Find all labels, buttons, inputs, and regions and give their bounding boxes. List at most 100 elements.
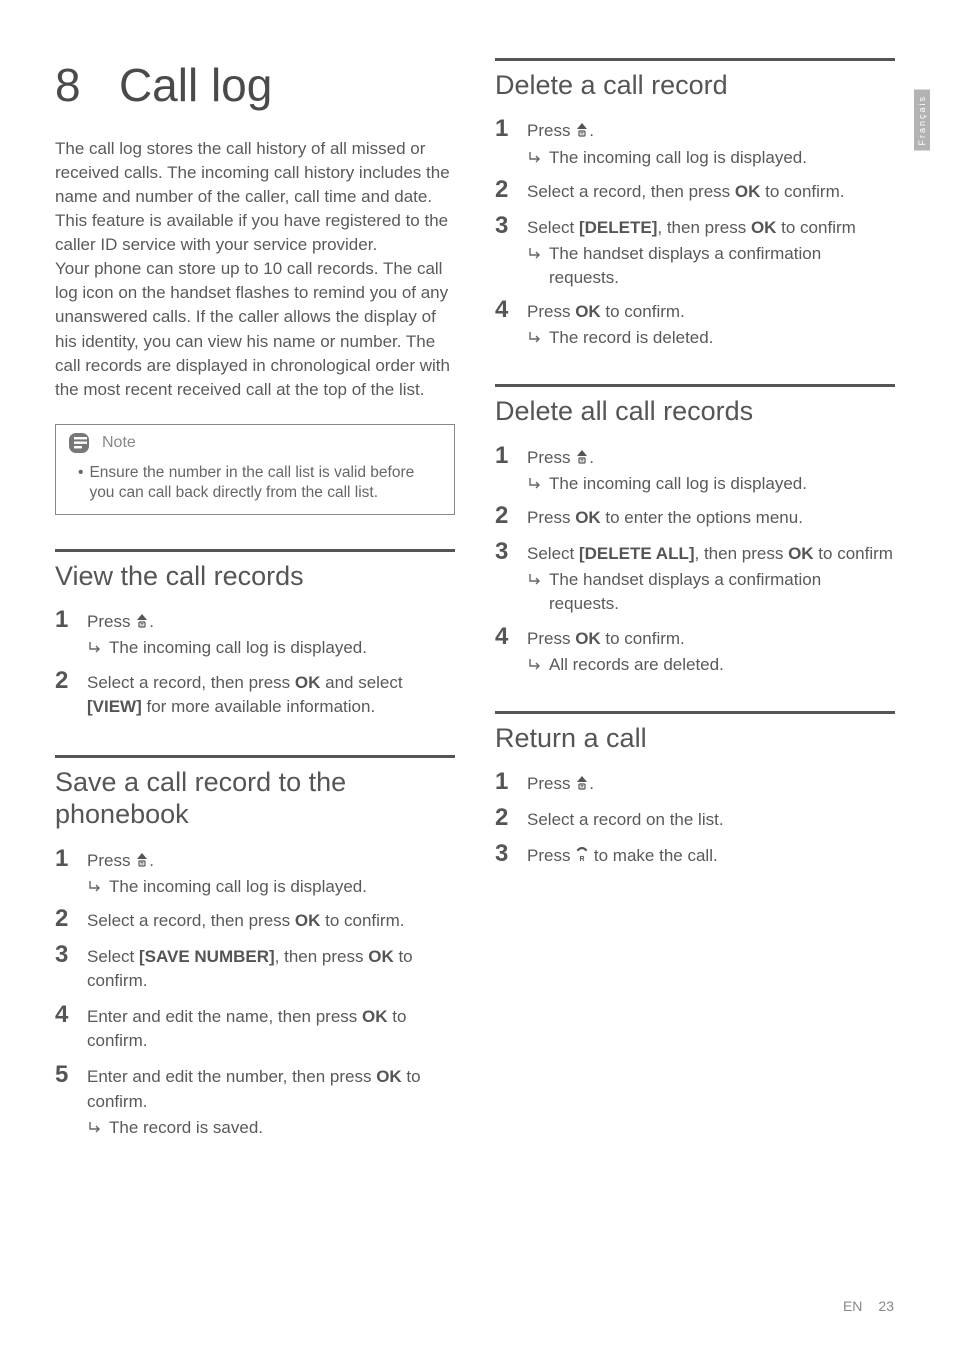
view-step-2: Select a record, then press OK and selec…: [55, 667, 455, 721]
step-text: Select: [527, 544, 579, 563]
arrow-icon: [529, 472, 541, 496]
step-text: Select a record, then press: [87, 911, 295, 930]
arrow-icon: [529, 326, 541, 350]
language-tab: Français: [914, 90, 930, 151]
up-icon: [575, 121, 589, 137]
deleteall-step-4: Press OK to confirm. All records are del…: [495, 623, 895, 677]
section-save-title: Save a call record to the phonebook: [55, 755, 455, 831]
page-content: 8 Call log The call log stores the call …: [0, 0, 954, 1186]
arrow-icon: [89, 636, 101, 660]
step-text: Press: [87, 851, 135, 870]
step-text: Press: [527, 508, 575, 527]
chapter-name: Call log: [119, 59, 272, 111]
up-icon: [575, 448, 589, 464]
result-text: The incoming call log is displayed.: [109, 875, 455, 899]
key-ok: OK: [735, 182, 761, 201]
key-ok: OK: [368, 947, 394, 966]
step-text: Select a record, then press: [87, 673, 295, 692]
key-ok: OK: [376, 1067, 402, 1086]
up-icon: [575, 774, 589, 790]
chapter-title: 8 Call log: [55, 50, 455, 111]
step-text: to confirm.: [760, 182, 844, 201]
return-step-3: Press to make the call.: [495, 840, 895, 870]
step-text: to make the call.: [589, 846, 718, 865]
chapter-number: 8: [55, 59, 81, 111]
key-ok: OK: [295, 673, 321, 692]
cmd-view: [VIEW]: [87, 697, 142, 716]
step-text: Select a record on the list.: [527, 808, 895, 832]
return-step-2: Select a record on the list.: [495, 804, 895, 834]
section-view-title: View the call records: [55, 549, 455, 592]
arrow-icon: [529, 653, 541, 677]
result-text: The incoming call log is displayed.: [109, 636, 455, 660]
step-text: , then press: [695, 544, 789, 563]
footer-lang: EN: [843, 1298, 862, 1314]
step-text: for more available information.: [142, 697, 375, 716]
note-icon: [66, 432, 92, 454]
step-text: Press: [527, 302, 575, 321]
step-text: Press: [527, 121, 575, 140]
arrow-icon: [89, 1116, 101, 1140]
step-text: to enter the options menu.: [601, 508, 803, 527]
intro-paragraph-2: Your phone can store up to 10 call recor…: [55, 257, 455, 402]
step-text: Press: [527, 629, 575, 648]
cmd-delete: [DELETE]: [579, 218, 657, 237]
result-text: The record is deleted.: [549, 326, 895, 350]
result-text: The record is saved.: [109, 1116, 455, 1140]
delete-step-3: Select [DELETE], then press OK to confir…: [495, 212, 895, 290]
section-delete-title: Delete a call record: [495, 58, 895, 101]
save-step-1: Press . The incoming call log is display…: [55, 845, 455, 899]
step-text: to confirm: [814, 544, 893, 563]
result-text: All records are deleted.: [549, 653, 895, 677]
step-text: Press: [527, 846, 575, 865]
key-ok: OK: [788, 544, 814, 563]
step-text: , then press: [275, 947, 369, 966]
arrow-icon: [89, 875, 101, 899]
deleteall-step-1: Press . The incoming call log is display…: [495, 442, 895, 496]
step-text: Select: [527, 218, 579, 237]
step-text: Enter and edit the name, then press: [87, 1007, 362, 1026]
step-text: Select: [87, 947, 139, 966]
arrow-icon: [529, 242, 541, 290]
page-footer: EN 23: [843, 1298, 894, 1314]
up-icon: [135, 851, 149, 867]
step-text: and select: [320, 673, 402, 692]
result-text: The handset displays a confirmation requ…: [549, 568, 895, 616]
arrow-icon: [529, 146, 541, 170]
delete-step-1: Press . The incoming call log is display…: [495, 115, 895, 169]
note-label: Note: [102, 434, 136, 452]
step-text: to confirm.: [320, 911, 404, 930]
key-ok: OK: [295, 911, 321, 930]
view-step-1: Press . The incoming call log is display…: [55, 606, 455, 660]
key-ok: OK: [751, 218, 777, 237]
deleteall-step-3: Select [DELETE ALL], then press OK to co…: [495, 538, 895, 616]
step-text: , then press: [657, 218, 751, 237]
key-ok: OK: [362, 1007, 388, 1026]
note-text: Ensure the number in the call list is va…: [89, 463, 442, 504]
intro-paragraph-1: The call log stores the call history of …: [55, 137, 455, 258]
save-step-3: Select [SAVE NUMBER], then press OK to c…: [55, 941, 455, 995]
phone-icon: [575, 846, 589, 862]
up-icon: [135, 612, 149, 628]
step-text: Press: [527, 774, 575, 793]
cmd-delete-all: [DELETE ALL]: [579, 544, 695, 563]
return-step-1: Press .: [495, 768, 895, 798]
step-text: to confirm: [776, 218, 855, 237]
step-text: to confirm.: [601, 302, 685, 321]
cmd-save-number: [SAVE NUMBER]: [139, 947, 275, 966]
step-text: to confirm.: [601, 629, 685, 648]
key-ok: OK: [575, 629, 601, 648]
deleteall-step-2: Press OK to enter the options menu.: [495, 502, 895, 532]
arrow-icon: [529, 568, 541, 616]
key-ok: OK: [575, 508, 601, 527]
step-text: Press: [527, 448, 575, 467]
result-text: The incoming call log is displayed.: [549, 146, 895, 170]
save-step-2: Select a record, then press OK to confir…: [55, 905, 455, 935]
delete-step-2: Select a record, then press OK to confir…: [495, 176, 895, 206]
step-text: Enter and edit the number, then press: [87, 1067, 376, 1086]
delete-step-4: Press OK to confirm. The record is delet…: [495, 296, 895, 350]
step-text: Press: [87, 612, 135, 631]
save-step-4: Enter and edit the name, then press OK t…: [55, 1001, 455, 1055]
result-text: The incoming call log is displayed.: [549, 472, 895, 496]
result-text: The handset displays a confirmation requ…: [549, 242, 895, 290]
